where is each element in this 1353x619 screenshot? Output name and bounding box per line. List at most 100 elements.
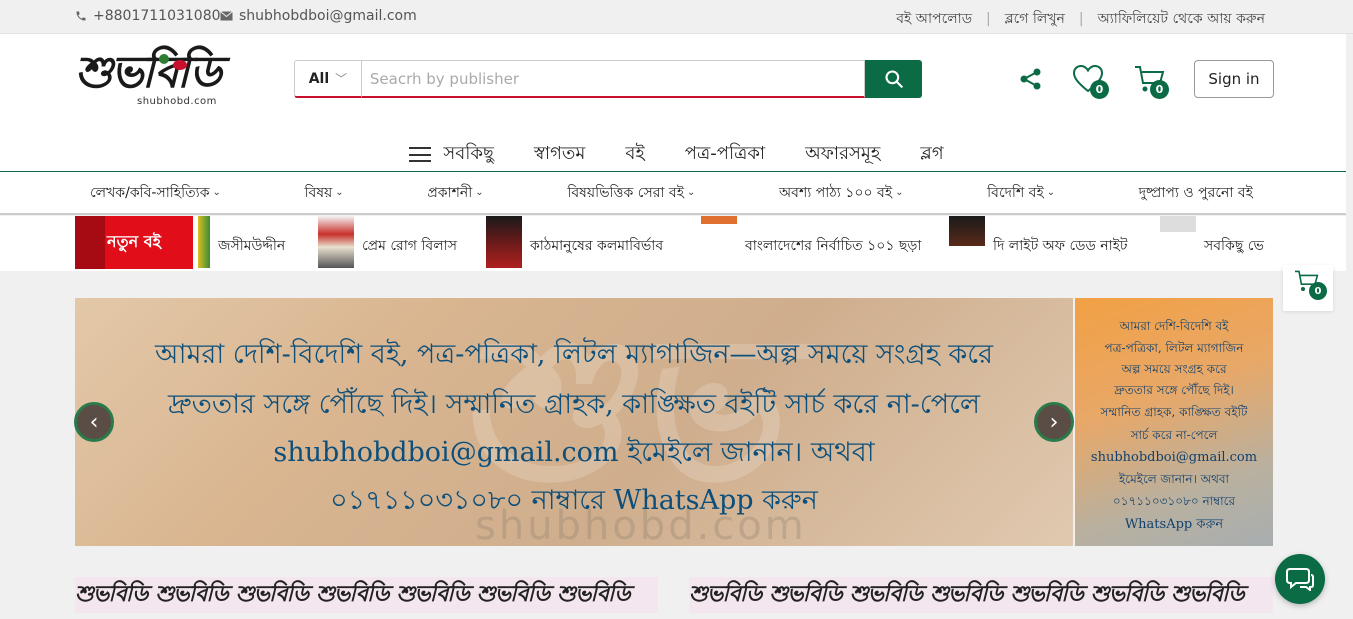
logo-text: শুভবিডি [75,47,222,98]
phone-icon [76,11,86,21]
ticker-item-title: জসীমউদ্দীন [218,238,286,254]
ticker-item[interactable]: সবকিছু ভে [1160,216,1264,269]
new-books-ticker: নতুন বই জসীমউদ্দীন প্রেম রোগ বিলাস কাঠমা… [0,216,1353,271]
slider-next-button[interactable]: › [1034,402,1074,442]
category-must-read[interactable]: অবশ্য পাঠ্য ১০০ বই ⌄ [779,181,903,205]
divider: | [986,11,991,27]
site-header: শুভবিডি shubhobd.com All ﹀ 0 0 Sign in স… [0,34,1353,171]
strip-logo: শুভবিডি [1010,580,1083,607]
banner-line: ০১৭১১০৩১০৮০ নাম্বারে WhatsApp করুন [330,485,818,516]
category-label: অবশ্য পাঠ্য ১০০ বই [779,184,893,201]
ticker-item-title: বাংলাদেশের নির্বাচিত ১০১ ছড়া [745,238,922,254]
hero-slider: শুভ shubhobd.com আমরা দেশি-বিদেশি বই, পত… [75,298,1073,546]
search-category-select[interactable]: All ﹀ [294,60,361,98]
book-cover-thumbnail [318,216,354,268]
strip-logo: শুভবিডি [476,580,550,607]
share-icon [1020,68,1041,90]
category-label: লেখক/কবি-সাহিত্যিক [90,184,210,201]
ticker-item-title: কাঠমানুষের কলমাবির্ভাব [530,238,664,254]
nav-all[interactable]: সবকিছু [389,139,514,170]
side-banner-line: ০১৭১১০৩১০৮০ নাম্বারে [1112,494,1236,508]
chevron-down-icon: ⌄ [212,187,221,198]
page-scrollbar[interactable] [1346,34,1353,619]
promo-strip[interactable]: শুভবিডি শুভবিডি শুভবিডি শুভবিডি শুভবিডি … [75,577,658,613]
label-shade [75,216,105,269]
search-bar: All ﹀ [294,60,922,98]
nav-blog[interactable]: ব্লগ [900,139,963,170]
ticker-item[interactable]: কাঠমানুষের কলমাবির্ভাব [486,216,663,269]
affiliate-link[interactable]: অ্যাফিলিয়েট থেকে আয় করুন [1098,7,1265,31]
envelope-icon [220,11,233,21]
side-banner-line: WhatsApp করুন [1124,517,1224,532]
ticker-item[interactable]: দি লাইট অফ ডেড নাইট [949,216,1128,269]
email-contact[interactable]: shubhobdboi@gmail.com [220,8,417,24]
logo-subtitle: shubhobd.com [137,96,217,107]
ticker-item[interactable]: জসীমউদ্দীন [198,216,285,269]
new-books-label[interactable]: নতুন বই [75,216,193,269]
search-icon [885,70,903,89]
slider-prev-button[interactable]: ‹ [74,402,114,442]
share-button[interactable] [1019,68,1043,94]
side-banner-line: অল্প সময়ে সংগ্রহ করে [1121,362,1227,376]
side-banner[interactable]: আমরা দেশি-বিদেশি বই পত্র-পত্রিকা, লিটল ম… [1075,298,1273,546]
new-books-text: নতুন বই [107,232,161,251]
strip-logo: শুভবিডি [1090,580,1164,607]
top-bar: +8801711031080 shubhobdboi@gmail.com বই … [0,0,1353,34]
side-banner-line: আমরা দেশি-বিদেশি বই [1119,319,1229,333]
chevron-left-icon: ‹ [89,409,99,435]
chat-icon [1286,568,1314,591]
write-blog-link[interactable]: ব্লগে লিখুন [1005,7,1065,31]
category-label: বিদেশি বই [987,184,1044,201]
strip-logo: শুভবিডি [155,580,228,607]
banner-line: আমরা দেশি-বিদেশি বই, পত্র-পত্রিকা, লিটল … [155,339,993,370]
ticker-item[interactable]: প্রেম রোগ বিলাস [318,216,457,269]
nav-books[interactable]: বই [605,139,664,170]
ticker-item-title: সবকিছু ভে [1204,238,1264,254]
cart-count-badge: 0 [1309,282,1327,300]
upload-book-link[interactable]: বই আপলোড [896,7,972,31]
side-banner-line: ইমেইলে জানান। অথবা [1119,472,1229,486]
category-rare-old[interactable]: দুষ্প্রাপ্য ও পুরনো বই [1139,181,1253,205]
book-cover-thumbnail [949,216,985,246]
top-links: বই আপলোড | ব্লগে লিখুন | অ্যাফিলিয়েট থে… [896,7,1265,31]
category-subject[interactable]: বিষয় ⌄ [305,181,344,205]
strip-logo: শুভবিডি [930,580,1003,607]
book-cover-thumbnail [1160,216,1196,232]
email-text: shubhobdboi@gmail.com [239,8,417,24]
nav-offers[interactable]: অফারসমূহ [785,139,900,170]
wishlist-button[interactable]: 0 [1072,64,1109,99]
logo-green-dot [159,54,169,64]
chevron-down-icon: ﹀ [335,72,348,86]
category-publisher[interactable]: প্রকাশনী ⌄ [427,181,483,205]
ticker-item[interactable]: বাংলাদেশের নির্বাচিত ১০১ ছড়া [701,216,921,269]
phone-contact[interactable]: +8801711031080 [75,8,221,24]
cart-count-badge: 0 [1150,80,1169,99]
search-input[interactable] [360,60,866,98]
nav-all-label: সবকিছু [443,143,494,164]
chat-button[interactable] [1275,554,1325,604]
menu-icon [409,147,432,162]
site-logo[interactable]: শুভবিডি shubhobd.com [75,48,230,112]
chevron-down-icon: ⌄ [1046,187,1056,198]
ticker-item-title: প্রেম রোগ বিলাস [362,238,457,254]
strip-logo: শুভবিডি [235,580,309,607]
side-banner-line: সার্চ করে না-পেলে [1130,428,1218,442]
category-foreign[interactable]: বিদেশি বই ⌄ [987,181,1055,205]
book-cover-thumbnail [486,216,522,268]
cart-button[interactable]: 0 [1134,64,1169,99]
category-label: প্রকাশনী [427,184,473,201]
search-category-value: All [308,70,330,87]
chevron-right-icon: › [1049,409,1059,435]
book-cover-thumbnail [198,216,210,268]
category-best-by-subject[interactable]: বিষয়ভিত্তিক সেরা বই ⌄ [567,181,695,205]
promo-strip[interactable]: শুভবিডি শুভবিডি শুভবিডি শুভবিডি শুভবিডি … [689,577,1273,613]
strip-logo: শুভবিডি [769,580,842,607]
category-authors[interactable]: লেখক/কবি-সাহিত্যিক ⌄ [90,181,221,205]
floating-cart-button[interactable]: 0 [1283,265,1333,311]
chevron-down-icon: ⌄ [687,187,696,198]
search-button[interactable] [865,60,922,98]
nav-welcome[interactable]: স্বাগতম [514,139,605,170]
nav-magazines[interactable]: পত্র-পত্রিকা [665,139,785,170]
sign-in-button[interactable]: Sign in [1194,60,1274,98]
strip-logo: শুভবিডি [689,580,762,607]
